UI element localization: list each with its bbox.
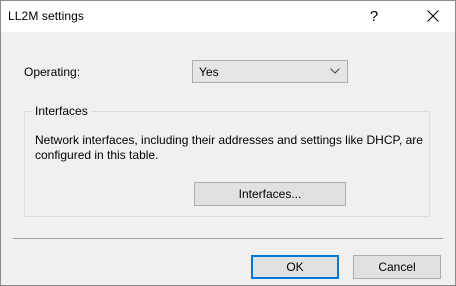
title-bar[interactable]: LL2M settings ? (1, 1, 455, 32)
settings-dialog: LL2M settings ? Operating: Yes Interface… (0, 0, 456, 286)
cancel-button[interactable]: Cancel (353, 255, 441, 279)
help-button[interactable]: ? (357, 1, 391, 32)
chevron-down-icon (330, 68, 340, 74)
operating-selected-value: Yes (199, 65, 219, 79)
window-title: LL2M settings (8, 9, 85, 23)
footer-separator (13, 238, 443, 239)
ok-button[interactable]: OK (251, 255, 339, 279)
close-icon (427, 10, 439, 22)
operating-select[interactable]: Yes (192, 60, 348, 83)
interfaces-group-title: Interfaces (32, 104, 91, 118)
interfaces-button[interactable]: Interfaces... (194, 182, 346, 206)
operating-label: Operating: (24, 65, 81, 79)
interfaces-description: Network interfaces, including their addr… (35, 133, 423, 162)
close-button[interactable] (411, 1, 455, 32)
